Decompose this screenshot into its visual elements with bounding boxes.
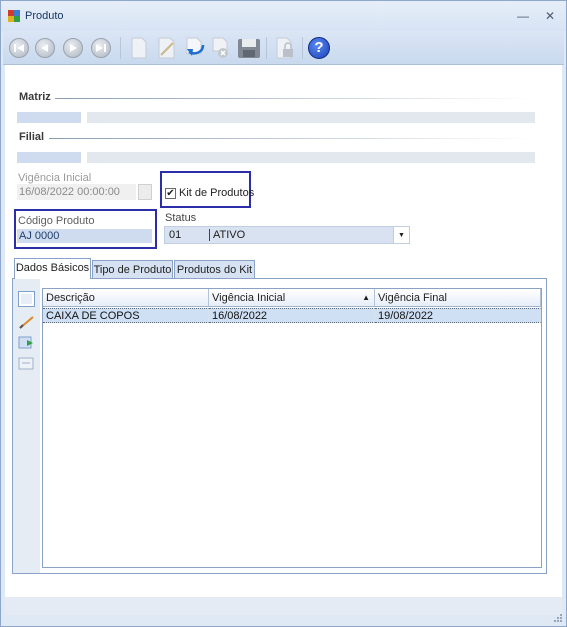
- filial-name-field[interactable]: [87, 152, 535, 163]
- save-button[interactable]: [237, 36, 261, 60]
- last-record-button[interactable]: [89, 36, 113, 60]
- filial-code-field[interactable]: [17, 152, 81, 163]
- next-record-button[interactable]: [61, 36, 85, 60]
- column-header-vigencia-final[interactable]: Vigência Final: [375, 289, 541, 307]
- status-code: 01: [169, 229, 182, 241]
- new-document-icon: [131, 37, 147, 59]
- grid-action-sidebar: [13, 279, 40, 573]
- new-row-icon: [18, 291, 35, 307]
- remove-row-button[interactable]: [18, 356, 35, 372]
- new-button[interactable]: [127, 36, 151, 60]
- filial-heading: Filial: [19, 131, 45, 143]
- undo-icon: [186, 37, 205, 56]
- kit-produtos-checkbox[interactable]: ✔: [165, 188, 176, 199]
- kit-produtos-label: Kit de Produtos: [179, 187, 255, 199]
- tab-tipo-produto[interactable]: Tipo de Produto: [92, 260, 173, 280]
- codigo-produto-field[interactable]: AJ 0000: [17, 229, 152, 243]
- vigencia-inicial-field[interactable]: 16/08/2022 00:00:00: [17, 184, 136, 200]
- help-button[interactable]: ?: [307, 36, 331, 60]
- cancel-icon: [212, 37, 228, 58]
- lock-icon: [276, 37, 293, 59]
- edit-row-button[interactable]: [18, 314, 35, 330]
- matriz-name-field[interactable]: [87, 112, 535, 123]
- calendar-button[interactable]: [138, 184, 152, 200]
- edit-pencil-icon: [158, 37, 175, 59]
- undo-button[interactable]: [183, 36, 207, 60]
- table-cell-descricao[interactable]: CAIXA DE COPOS: [43, 308, 209, 323]
- help-glyph: ?: [314, 39, 324, 56]
- cancel-button[interactable]: [209, 36, 233, 60]
- lock-button[interactable]: [273, 36, 297, 60]
- title-bar: Produto — ✕: [1, 1, 566, 31]
- codigo-produto-label: Código Produto: [18, 215, 95, 227]
- produto-window: Produto — ✕ ? Matriz Filial Vigência Ini…: [0, 0, 567, 627]
- dados-basicos-panel: Descrição Vigência Inicial ▲ Vigência Fi…: [12, 278, 547, 574]
- save-disk-icon: [238, 39, 260, 58]
- app-icon: [8, 10, 20, 22]
- table-cell-vigencia-inicial[interactable]: 16/08/2022: [209, 308, 375, 323]
- toolbar-separator: [266, 37, 267, 59]
- tab-dados-basicos[interactable]: Dados Básicos: [14, 258, 91, 279]
- matriz-divider: [55, 98, 535, 99]
- add-row-icon: [18, 336, 33, 349]
- status-label: Status: [165, 212, 197, 224]
- previous-record-icon: [35, 38, 55, 58]
- new-row-button[interactable]: [18, 291, 35, 307]
- first-record-button[interactable]: [7, 36, 31, 60]
- window-title: Produto: [25, 10, 64, 22]
- table-cell-vigencia-final[interactable]: 19/08/2022: [375, 308, 541, 323]
- matriz-code-field[interactable]: [17, 112, 81, 123]
- toolbar-separator: [302, 37, 303, 59]
- first-record-icon: [9, 38, 29, 58]
- column-header-descricao[interactable]: Descrição: [43, 289, 209, 307]
- column-header-vigencia-inicial-label: Vigência Inicial: [212, 292, 286, 304]
- remove-row-icon: [18, 357, 34, 370]
- toolbar-separator: [120, 37, 121, 59]
- previous-record-button[interactable]: [33, 36, 57, 60]
- produto-grid: Descrição Vigência Inicial ▲ Vigência Fi…: [42, 288, 542, 568]
- toolbar: ?: [3, 31, 564, 65]
- close-button[interactable]: ✕: [542, 9, 558, 23]
- status-combo[interactable]: 01 ATIVO ▼: [164, 226, 410, 244]
- edit-row-icon: [19, 316, 34, 329]
- status-bar: [5, 597, 562, 615]
- minimize-button[interactable]: —: [515, 9, 531, 23]
- column-header-vigencia-inicial[interactable]: Vigência Inicial ▲: [209, 289, 375, 307]
- last-record-icon: [91, 38, 111, 58]
- filial-divider: [49, 138, 535, 139]
- chevron-down-icon[interactable]: ▼: [393, 227, 409, 243]
- vigencia-inicial-label: Vigência Inicial: [18, 172, 92, 184]
- add-row-button[interactable]: [18, 335, 35, 351]
- edit-button[interactable]: [155, 36, 179, 60]
- matriz-heading: Matriz: [19, 91, 51, 103]
- next-record-icon: [63, 38, 83, 58]
- status-separator: [209, 229, 210, 241]
- resize-grip-icon[interactable]: [553, 613, 563, 623]
- status-value: ATIVO: [213, 229, 246, 241]
- tab-produtos-kit[interactable]: Produtos do Kit: [174, 260, 255, 280]
- help-icon: ?: [308, 37, 330, 59]
- sort-ascending-icon: ▲: [362, 293, 370, 302]
